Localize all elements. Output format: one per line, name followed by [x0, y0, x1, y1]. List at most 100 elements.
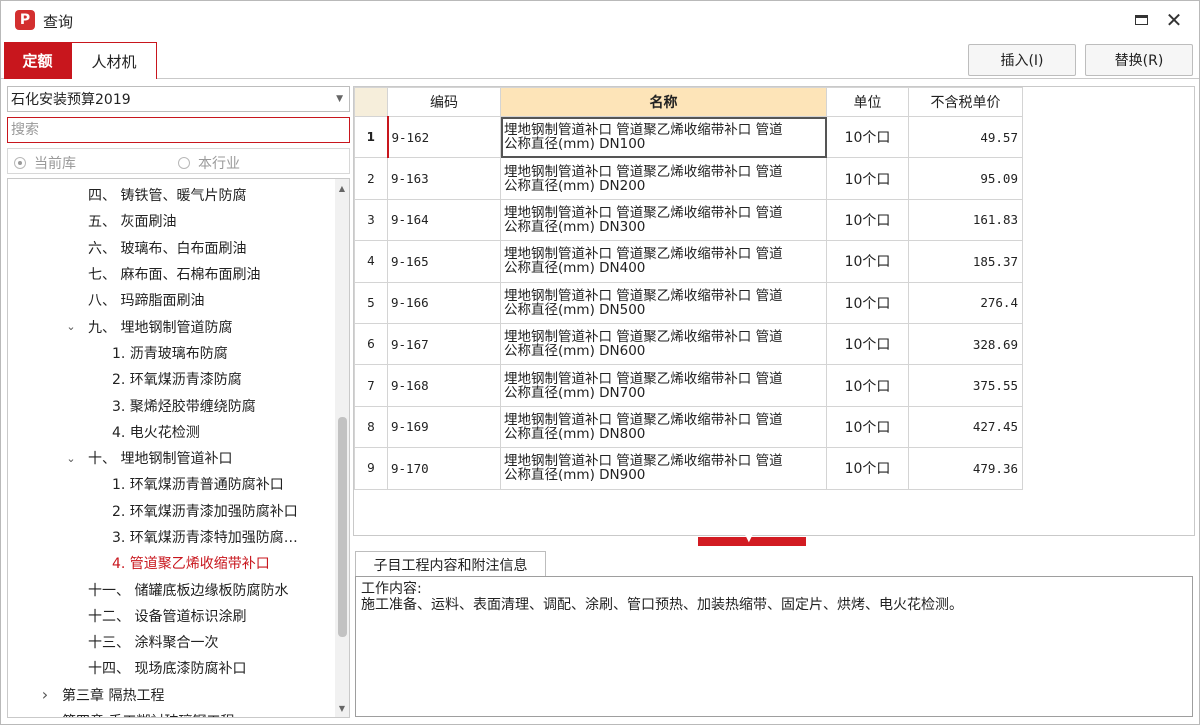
scroll-up-icon[interactable]: ▲	[335, 181, 349, 195]
unit-cell[interactable]: 10个口	[826, 364, 909, 407]
table-row[interactable]: 1 9-162 埋地钢制管道补口 管道聚乙烯收缩带补口 管道 公称直径(mm) DN1…	[354, 115, 1023, 159]
radio-current-library[interactable]: 当前库	[14, 153, 76, 173]
tab-labor-material-machine[interactable]: 人材机	[71, 42, 157, 79]
row-index[interactable]: 9	[354, 447, 388, 490]
name-cell[interactable]: 埋地钢制管道补口 管道聚乙烯收缩带补口 管道 公称直径(mm) DN800	[500, 405, 827, 449]
header-price[interactable]: 不含税单价	[908, 87, 1023, 117]
price-cell[interactable]: 161.83	[908, 198, 1023, 242]
close-button[interactable]: ✕	[1158, 7, 1190, 33]
tree-item[interactable]: 4. 电火花检测	[8, 419, 335, 445]
unit-cell[interactable]: 10个口	[826, 240, 909, 283]
price-cell[interactable]: 95.09	[908, 157, 1023, 200]
unit-cell[interactable]: 10个口	[826, 405, 909, 449]
chevron-right-icon[interactable]: ›	[38, 712, 52, 717]
tree-item[interactable]: 八、 玛蹄脂面刷油	[8, 287, 335, 313]
tab-quota[interactable]: 定额	[4, 42, 71, 79]
code-cell[interactable]: 9-169	[387, 405, 501, 449]
price-cell[interactable]: 49.57	[908, 115, 1023, 159]
row-index[interactable]: 6	[354, 322, 388, 366]
tree-item[interactable]: 2. 环氧煤沥青漆防腐	[8, 366, 335, 392]
tree-item[interactable]: 十二、 设备管道标识涂刷	[8, 603, 335, 629]
tree-item[interactable]: 2. 环氧煤沥青漆加强防腐补口	[8, 498, 335, 524]
name-cell[interactable]: 埋地钢制管道补口 管道聚乙烯收缩带补口 管道 公称直径(mm) DN700	[500, 364, 827, 407]
price-cell[interactable]: 276.4	[908, 281, 1023, 324]
table-row[interactable]: 6 9-167 埋地钢制管道补口 管道聚乙烯收缩带补口 管道 公称直径(mm) DN6…	[354, 322, 1023, 366]
code-cell[interactable]: 9-163	[387, 157, 501, 200]
tree-item[interactable]: 1. 环氧煤沥青普通防腐补口	[8, 471, 335, 497]
price-cell[interactable]: 427.45	[908, 405, 1023, 449]
code-cell[interactable]: 9-168	[387, 364, 501, 407]
unit-cell[interactable]: 10个口	[826, 281, 909, 324]
row-index[interactable]: 5	[354, 281, 388, 324]
price-cell[interactable]: 185.37	[908, 240, 1023, 283]
maximize-button[interactable]	[1125, 7, 1157, 33]
tree-item[interactable]: 四、 铸铁管、暖气片防腐	[8, 182, 335, 208]
library-select[interactable]: 石化安装预算2019 ▼	[7, 86, 350, 112]
tree-item[interactable]: 1. 沥青玻璃布防腐	[8, 340, 335, 366]
table-row[interactable]: 4 9-165 埋地钢制管道补口 管道聚乙烯收缩带补口 管道 公称直径(mm) DN4…	[354, 240, 1023, 283]
tree-item[interactable]: 六、 玻璃布、白布面刷油	[8, 235, 335, 261]
code-cell[interactable]: 9-162	[387, 115, 501, 159]
tree-item[interactable]: › 第四章 手工糊衬玻璃钢工程	[8, 708, 335, 717]
price-cell[interactable]: 375.55	[908, 364, 1023, 407]
tree-item[interactable]: 4. 管道聚乙烯收缩带补口	[8, 550, 335, 576]
tree-item[interactable]: 五、 灰面刷油	[8, 208, 335, 234]
price-cell[interactable]: 479.36	[908, 447, 1023, 490]
tree-item[interactable]: 十四、 现场底漆防腐补口	[8, 655, 335, 681]
name-cell[interactable]: 埋地钢制管道补口 管道聚乙烯收缩带补口 管道 公称直径(mm) DN200	[500, 157, 827, 200]
chevron-right-icon[interactable]: ›	[38, 685, 52, 704]
search-input[interactable]	[7, 117, 350, 143]
row-index[interactable]: 1	[354, 115, 389, 159]
chevron-down-icon[interactable]: ⌄	[64, 320, 78, 333]
tree-item[interactable]: 七、 麻布面、石棉布面刷油	[8, 261, 335, 287]
replace-button[interactable]: 替换(R)	[1085, 44, 1193, 76]
panel-splitter[interactable]: ▼	[698, 533, 806, 546]
unit-cell[interactable]: 10个口	[826, 115, 909, 159]
name-cell[interactable]: 埋地钢制管道补口 管道聚乙烯收缩带补口 管道 公称直径(mm) DN900	[500, 447, 827, 490]
code-cell[interactable]: 9-166	[387, 281, 501, 324]
tree-item[interactable]: ⌄ 九、 埋地钢制管道防腐	[8, 313, 335, 339]
scroll-down-icon[interactable]: ▼	[335, 701, 349, 715]
code-cell[interactable]: 9-164	[387, 198, 501, 242]
tree-item[interactable]: 3. 聚烯烃胶带缠绕防腐	[8, 392, 335, 418]
tree-item-label: 五、 灰面刷油	[88, 214, 177, 231]
name-cell[interactable]: 埋地钢制管道补口 管道聚乙烯收缩带补口 管道 公称直径(mm) DN400	[500, 240, 827, 283]
table-row[interactable]: 9 9-170 埋地钢制管道补口 管道聚乙烯收缩带补口 管道 公称直径(mm) DN9…	[354, 447, 1023, 490]
scroll-thumb[interactable]	[338, 417, 347, 637]
unit-cell[interactable]: 10个口	[826, 447, 909, 490]
header-code[interactable]: 编码	[387, 87, 501, 117]
table-row[interactable]: 7 9-168 埋地钢制管道补口 管道聚乙烯收缩带补口 管道 公称直径(mm) DN7…	[354, 364, 1023, 407]
unit-cell[interactable]: 10个口	[826, 322, 909, 366]
table-row[interactable]: 8 9-169 埋地钢制管道补口 管道聚乙烯收缩带补口 管道 公称直径(mm) DN8…	[354, 405, 1023, 449]
code-cell[interactable]: 9-167	[387, 322, 501, 366]
code-cell[interactable]: 9-165	[387, 240, 501, 283]
chevron-down-icon[interactable]: ⌄	[64, 452, 78, 465]
name-cell[interactable]: 埋地钢制管道补口 管道聚乙烯收缩带补口 管道 公称直径(mm) DN300	[500, 198, 827, 242]
tree-scrollbar[interactable]: ▲ ▼	[335, 179, 349, 717]
unit-cell[interactable]: 10个口	[826, 198, 909, 242]
row-index[interactable]: 3	[354, 198, 388, 242]
name-cell[interactable]: 埋地钢制管道补口 管道聚乙烯收缩带补口 管道 公称直径(mm) DN600	[500, 322, 827, 366]
row-index[interactable]: 7	[354, 364, 388, 407]
tree-item[interactable]: › 第三章 隔热工程	[8, 682, 335, 708]
header-unit[interactable]: 单位	[826, 87, 909, 117]
row-index[interactable]: 8	[354, 405, 388, 449]
tree-item[interactable]: ⌄ 十、 埋地钢制管道补口	[8, 445, 335, 471]
code-cell[interactable]: 9-170	[387, 447, 501, 490]
tab-item-info[interactable]: 子目工程内容和附注信息	[355, 551, 546, 577]
row-index[interactable]: 2	[354, 157, 388, 200]
row-index[interactable]: 4	[354, 240, 388, 283]
tree-item[interactable]: 3. 环氧煤沥青漆特加强防腐…	[8, 524, 335, 550]
header-name[interactable]: 名称	[500, 87, 827, 117]
insert-button[interactable]: 插入(I)	[968, 44, 1076, 76]
table-row[interactable]: 2 9-163 埋地钢制管道补口 管道聚乙烯收缩带补口 管道 公称直径(mm) DN2…	[354, 157, 1023, 200]
tree-item[interactable]: 十三、 涂料聚合一次	[8, 629, 335, 655]
radio-this-industry[interactable]: 本行业	[178, 153, 240, 173]
price-cell[interactable]: 328.69	[908, 322, 1023, 366]
unit-cell[interactable]: 10个口	[826, 157, 909, 200]
tree-item[interactable]: 十一、 储罐底板边缘板防腐防水	[8, 576, 335, 602]
name-cell[interactable]: 埋地钢制管道补口 管道聚乙烯收缩带补口 管道 公称直径(mm) DN100	[500, 115, 827, 159]
table-row[interactable]: 3 9-164 埋地钢制管道补口 管道聚乙烯收缩带补口 管道 公称直径(mm) DN3…	[354, 198, 1023, 242]
table-row[interactable]: 5 9-166 埋地钢制管道补口 管道聚乙烯收缩带补口 管道 公称直径(mm) DN5…	[354, 281, 1023, 324]
name-cell[interactable]: 埋地钢制管道补口 管道聚乙烯收缩带补口 管道 公称直径(mm) DN500	[500, 281, 827, 324]
